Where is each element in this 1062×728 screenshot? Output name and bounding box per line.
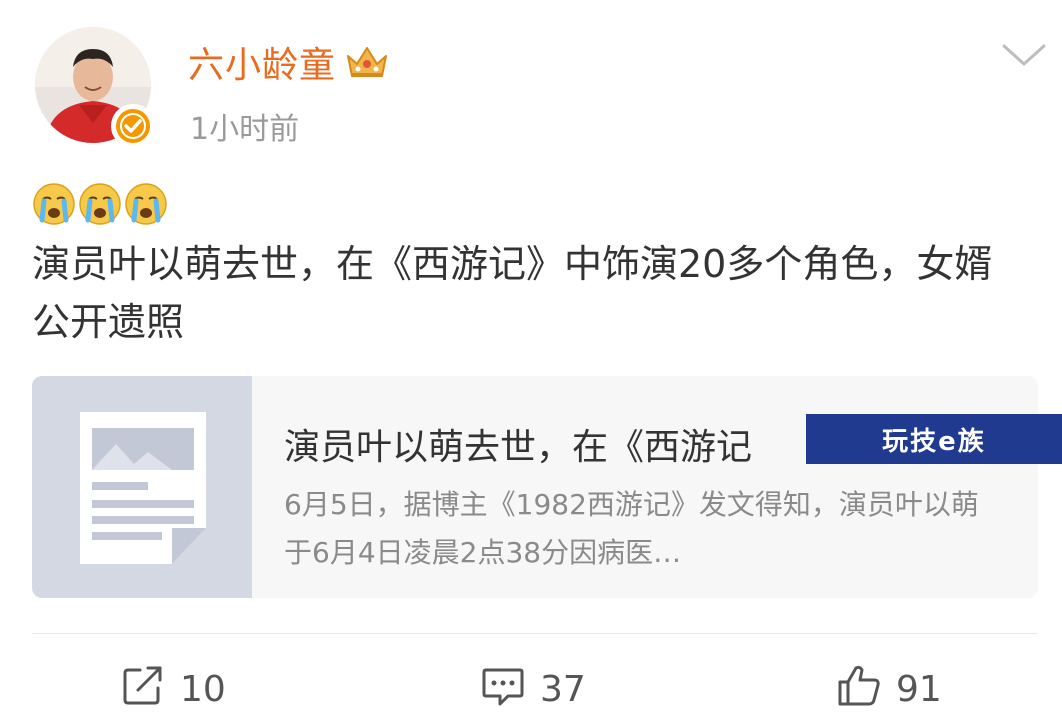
thumbs-up-icon bbox=[836, 662, 882, 717]
divider bbox=[32, 633, 1038, 634]
crying-face-emoji-icon bbox=[125, 183, 167, 225]
weibo-post: 六小龄童 1小时前 演员叶以萌去世，在《西游记》中饰演20多个角色，女婿公开遗照… bbox=[0, 0, 1062, 728]
crying-face-emoji-icon bbox=[79, 183, 121, 225]
crying-face-emoji-icon bbox=[33, 183, 75, 225]
like-count: 91 bbox=[896, 668, 942, 710]
share-button[interactable]: 10 bbox=[120, 664, 226, 714]
like-button[interactable]: 91 bbox=[836, 664, 942, 714]
card-thumbnail bbox=[32, 376, 252, 598]
watermark: 玩技e族 bbox=[806, 414, 1062, 464]
card-title: 演员叶以萌去世，在《西游记 bbox=[284, 427, 753, 468]
post-timestamp: 1小时前 bbox=[190, 112, 300, 147]
comment-button[interactable]: 37 bbox=[480, 664, 586, 714]
article-placeholder-icon bbox=[80, 412, 206, 564]
post-text[interactable]: 演员叶以萌去世，在《西游记》中饰演20多个角色，女婿公开遗照 bbox=[32, 235, 1012, 351]
comment-count: 37 bbox=[540, 668, 586, 710]
share-icon bbox=[120, 662, 166, 717]
emoji-row bbox=[32, 182, 168, 226]
comment-icon bbox=[480, 662, 526, 717]
chevron-down-icon[interactable] bbox=[1000, 40, 1048, 70]
crown-icon[interactable] bbox=[344, 42, 390, 82]
share-count: 10 bbox=[180, 668, 226, 710]
card-body: 演员叶以萌去世，在《西游记 6月5日，据博主《1982西游记》发文得知，演员叶以… bbox=[252, 376, 1038, 598]
author-row: 六小龄童 bbox=[188, 36, 390, 88]
author-name[interactable]: 六小龄童 bbox=[188, 36, 336, 88]
link-card[interactable]: 演员叶以萌去世，在《西游记 6月5日，据博主《1982西游记》发文得知，演员叶以… bbox=[32, 376, 1038, 598]
verified-badge-icon bbox=[111, 104, 155, 148]
card-summary: 6月5日，据博主《1982西游记》发文得知，演员叶以萌于6月4日凌晨2点38分因… bbox=[284, 488, 979, 569]
